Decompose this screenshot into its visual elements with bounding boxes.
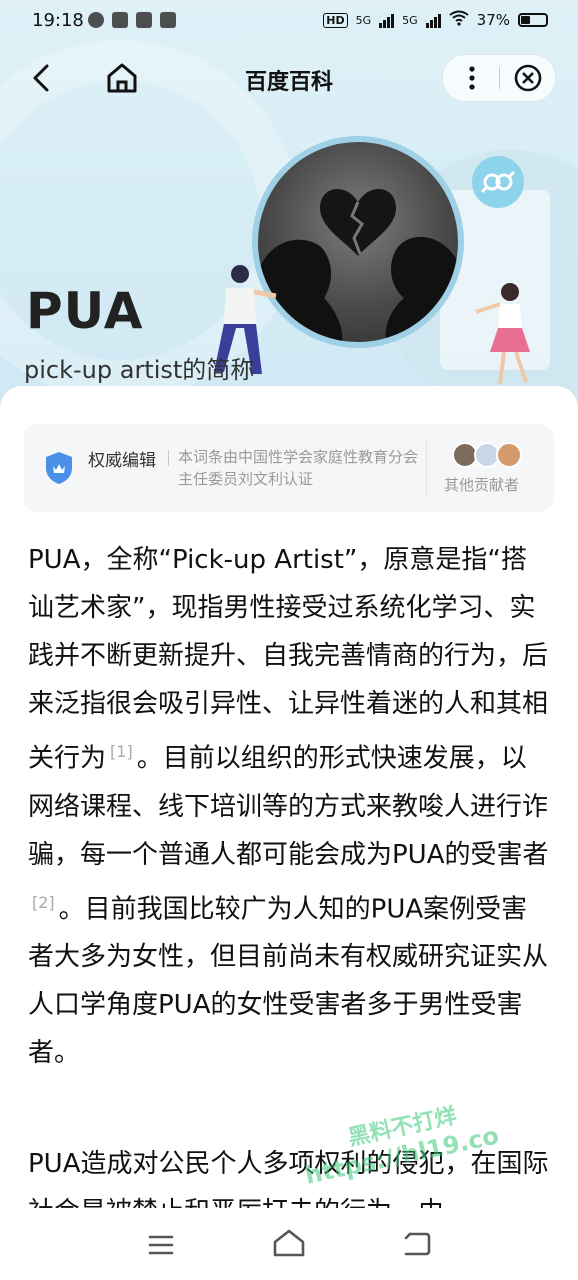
- entry-subtitle: pick-up artist的简称: [24, 356, 255, 384]
- home-icon: [273, 1229, 305, 1257]
- avatar: [496, 442, 522, 468]
- nav-bar: 百度百科: [0, 48, 578, 108]
- more-icon: [469, 66, 475, 90]
- network-type: 5G: [402, 13, 418, 27]
- notification-icons: [88, 12, 176, 28]
- shield-icon: [44, 450, 74, 486]
- contributor-avatars[interactable]: [452, 442, 522, 468]
- divider: [426, 438, 427, 498]
- battery-icon: [518, 13, 548, 27]
- video-icon: [136, 12, 152, 28]
- baidu-icon: [160, 12, 176, 28]
- editor-description: 本词条由中国性学会家庭性教育分会主任委员刘文利认证: [178, 448, 419, 488]
- entry-title: PUA: [26, 282, 144, 340]
- recent-apps-button[interactable]: [148, 1234, 174, 1256]
- illustration-woman: [470, 280, 550, 390]
- reference-link[interactable]: [2]: [32, 893, 55, 912]
- network-type: 5G: [355, 13, 372, 27]
- system-home-button[interactable]: [272, 1228, 306, 1258]
- capsule-divider: [499, 67, 500, 89]
- signal-icon: [425, 12, 441, 28]
- paragraph-text: 。目前以组织的形式快速发展，以网络课程、线下培训等的方式来教唆人进行诈骗，每一个…: [28, 743, 549, 870]
- system-back-button[interactable]: [402, 1230, 432, 1258]
- clock: 19:18: [32, 10, 84, 31]
- paragraph-text: PUA，全称“Pick-up Artist”，原意是指“搭讪艺术家”，现指男性接…: [28, 545, 549, 774]
- editor-label: 权威编辑: [88, 451, 156, 471]
- wifi-icon: [449, 10, 469, 30]
- status-right: HD 5G 5G 37%: [323, 10, 548, 30]
- wechat-icon: [88, 12, 104, 28]
- status-bar: 19:18 HD 5G 5G 37%: [0, 0, 578, 44]
- hd-badge: HD: [323, 12, 348, 28]
- system-nav-bar: [0, 1210, 578, 1280]
- battery-percent: 37%: [476, 11, 510, 29]
- authority-editor-card[interactable]: 权威编辑 本词条由中国性学会家庭性教育分会主任委员刘文利认证 其他贡献者: [24, 424, 554, 512]
- article-image[interactable]: [252, 136, 464, 348]
- baidu-icon: [112, 12, 128, 28]
- more-button[interactable]: [465, 65, 479, 91]
- article-paragraph: PUA，全称“Pick-up Artist”，原意是指“搭讪艺术家”，现指男性接…: [28, 536, 552, 1077]
- gender-symbol-icon: [472, 156, 524, 208]
- contributors-link[interactable]: 其他贡献者: [444, 474, 519, 495]
- signal-icon: [379, 12, 395, 28]
- back-icon: [404, 1232, 431, 1256]
- close-button[interactable]: [513, 63, 543, 93]
- close-icon: [514, 64, 542, 92]
- miniapp-capsule: [442, 54, 556, 102]
- reference-link[interactable]: [1]: [110, 742, 133, 761]
- divider: [168, 450, 169, 466]
- paragraph-text: 。目前我国比较广为人知的PUA案例受害者大多为女性，但目前尚未有权威研究证实从人…: [28, 894, 549, 1069]
- menu-icon: [148, 1235, 174, 1255]
